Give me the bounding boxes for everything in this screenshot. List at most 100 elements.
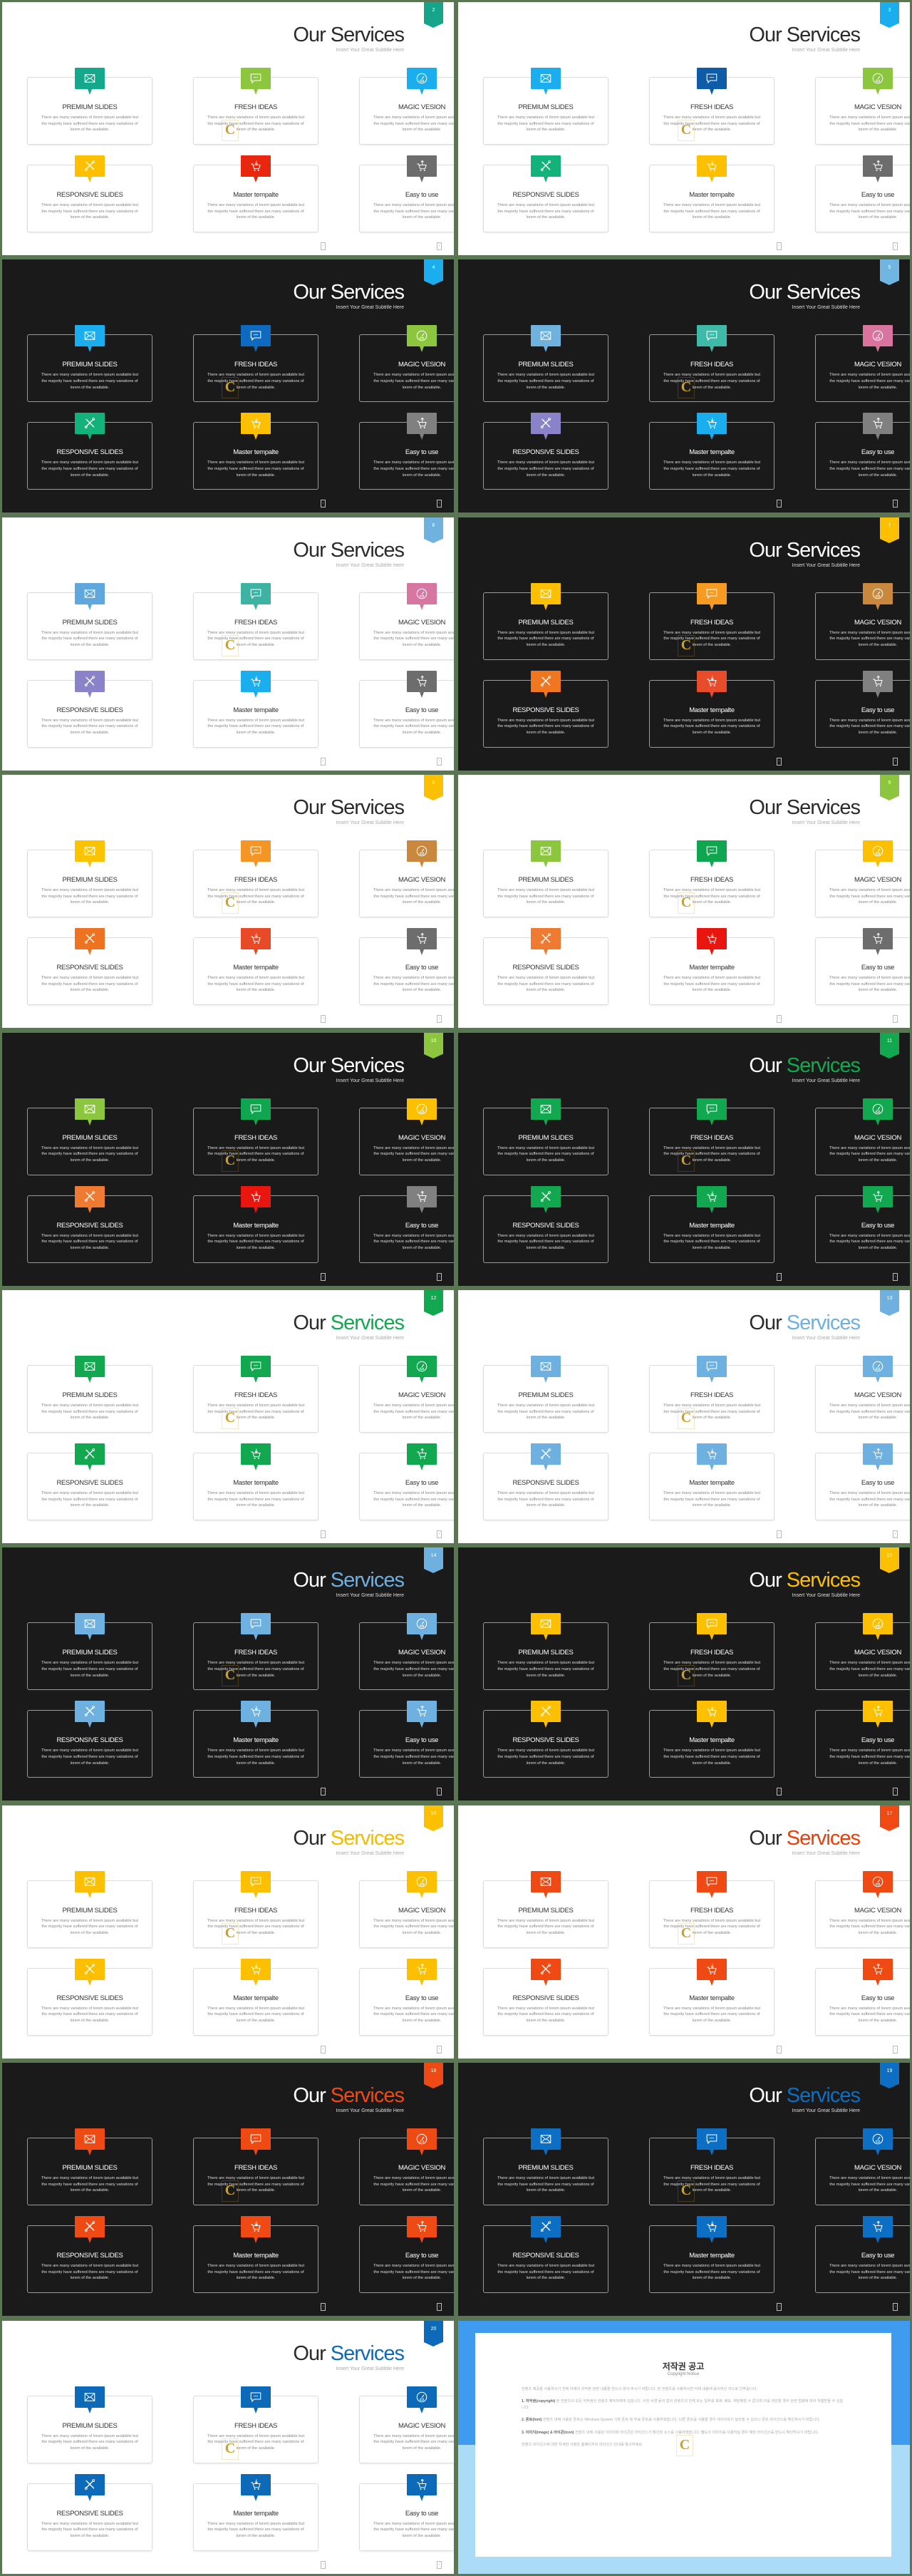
section-text: 본 컨텐츠의 모든 저작권은 컨텐츠 제작자에게 있습니다. 사전 서면 동의 … [522,2399,844,2410]
title-prefix: Our [293,2341,326,2365]
service-title: RESPONSIVE SLIDES [56,1221,123,1230]
page-number-badge: 14 [424,1547,443,1574]
tools-icon [75,670,105,698]
chevron-right-icon[interactable]: › [437,1272,442,1281]
chevron-right-icon[interactable]: › [437,2560,442,2569]
service-card: Master tempalte There are many variation… [649,1958,774,2036]
title-accent: Services [786,538,861,562]
chevron-left-icon[interactable]: ‹ [321,1272,326,1281]
service-description: There are many variations of lorem ipsum… [829,1233,910,1250]
slide-thumbnail[interactable]: 17 Our Services Insert Your Great Subtit… [456,1803,912,2061]
chevron-right-icon[interactable]: › [437,2045,442,2054]
tools-icon [75,1958,105,1986]
service-card: RESPONSIVE SLIDES There are many variati… [483,1185,608,1263]
chevron-right-icon[interactable]: › [893,1015,898,1024]
chevron-left-icon[interactable]: ‹ [321,2303,326,2312]
chevron-right-icon[interactable]: › [437,1530,442,1538]
service-description: There are many variations of lorem ipsum… [497,888,595,905]
cart-download-icon [697,413,727,441]
chevron-left-icon[interactable]: ‹ [321,242,326,250]
speedometer-icon [863,1355,893,1383]
chevron-left-icon[interactable]: ‹ [321,1788,326,1796]
chevron-left-icon[interactable]: ‹ [321,2045,326,2054]
chevron-right-icon[interactable]: › [893,1272,898,1281]
title-accent: Services [786,1826,861,1850]
slide-thumbnail[interactable]: 9 Our Services Insert Your Great Subtitl… [456,773,912,1030]
slide-thumbnail[interactable]: 8 Our Services Insert Your Great Subtitl… [0,773,456,1030]
slide-thumbnail[interactable]: 15 Our Services Insert Your Great Subtit… [456,1545,912,1803]
chevron-left-icon[interactable]: ‹ [321,1530,326,1538]
slide-title: Our Services [293,2084,405,2108]
slide-thumbnail[interactable]: 2 Our Services Insert Your Great Subtitl… [0,0,456,257]
chevron-left-icon[interactable]: ‹ [321,2560,326,2569]
chevron-left-icon[interactable]: ‹ [777,1530,782,1538]
slide-thumbnail[interactable]: 10 Our Services Insert Your Great Subtit… [0,1031,456,1288]
service-card: Master tempalte There are many variation… [649,1701,774,1778]
slide-subtitle: Insert Your Great Subtitle Here [336,2108,404,2114]
slide-thumbnail[interactable]: 18 Our Services Insert Your Great Subtit… [0,2061,456,2318]
title-accent: Services [786,281,861,304]
chevron-left-icon[interactable]: ‹ [321,500,326,508]
slide-title: Our Services [749,538,861,562]
chevron-right-icon[interactable]: › [893,500,898,508]
page-number-badge: 9 [880,775,899,801]
slide-thumbnail[interactable]: 12 Our Services Insert Your Great Subtit… [0,1288,456,1545]
chevron-right-icon[interactable]: › [437,1788,442,1796]
chevron-right-icon[interactable]: › [893,2303,898,2312]
cart-upload-icon [863,2216,893,2244]
chevron-right-icon[interactable]: › [437,242,442,250]
service-title: PREMIUM SLIDES [62,1391,118,1399]
service-card: Easy to use There are many variations of… [815,670,910,748]
service-card: Easy to use There are many variations of… [359,670,454,748]
envelope-icon [531,2128,561,2156]
service-title: FRESH IDEAS [690,2164,734,2173]
service-title: FRESH IDEAS [690,1906,734,1915]
chevron-right-icon[interactable]: › [437,500,442,508]
watermark-logo: C [678,377,695,399]
chevron-left-icon[interactable]: ‹ [777,1272,782,1281]
chevron-left-icon[interactable]: ‹ [777,242,782,250]
chevron-left-icon[interactable]: ‹ [777,2303,782,2312]
chevron-right-icon[interactable]: › [893,757,898,766]
chevron-right-icon[interactable]: › [893,1530,898,1538]
service-slide: 17 Our Services Insert Your Great Subtit… [458,1805,910,2059]
chevron-right-icon[interactable]: › [437,1015,442,1024]
chevron-right-icon[interactable]: › [437,2303,442,2312]
service-card: MAGIC VESION There are many variations o… [815,840,910,918]
title-prefix: Our [293,281,326,304]
slide-thumbnail[interactable]: 저작권 공고 Copyright Notice 컨텐츠 제공을 사용하시기 전에… [456,2319,912,2576]
slide-thumbnail[interactable]: 6 Our Services Insert Your Great Subtitl… [0,515,456,773]
chevron-right-icon[interactable]: › [437,757,442,766]
service-card: Master tempalte There are many variation… [649,928,774,1006]
slide-thumbnail[interactable]: 14 Our Services Insert Your Great Subtit… [0,1545,456,1803]
slide-thumbnail[interactable]: 20 Our Services Insert Your Great Subtit… [0,2319,456,2576]
service-description: There are many variations of lorem ipsum… [497,1748,595,1766]
slide-thumbnail[interactable]: 7 Our Services Insert Your Great Subtitl… [456,515,912,773]
chevron-left-icon[interactable]: ‹ [321,757,326,766]
chevron-left-icon[interactable]: ‹ [777,2045,782,2054]
slide-thumbnail[interactable]: 13 Our Services Insert Your Great Subtit… [456,1288,912,1545]
slide-thumbnail[interactable]: 4 Our Services Insert Your Great Subtitl… [0,257,456,515]
slide-thumbnail[interactable]: 16 Our Services Insert Your Great Subtit… [0,1803,456,2061]
slide-thumbnail[interactable]: 11 Our Services Insert Your Great Subtit… [456,1031,912,1288]
service-card: RESPONSIVE SLIDES There are many variati… [27,928,152,1006]
watermark-logo: C [222,1665,239,1687]
chevron-left-icon[interactable]: ‹ [321,1015,326,1024]
slide-thumbnail[interactable]: 19 Our Services Insert Your Great Subtit… [456,2061,912,2318]
service-title: FRESH IDEAS [234,1649,278,1657]
chevron-right-icon[interactable]: › [893,1788,898,1796]
chevron-left-icon[interactable]: ‹ [777,1015,782,1024]
service-description: There are many variations of lorem ipsum… [829,718,910,735]
copyright-section: 2. 폰트(font) 컨텐츠 내에 사용된 폰트는 Windows Syste… [522,2417,845,2423]
service-title: PREMIUM SLIDES [518,1133,574,1142]
service-description: There are many variations of lorem ipsum… [373,460,454,478]
chevron-right-icon[interactable]: › [893,2045,898,2054]
chevron-right-icon[interactable]: › [893,242,898,250]
chevron-left-icon[interactable]: ‹ [777,1788,782,1796]
service-description: There are many variations of lorem ipsum… [497,1145,595,1163]
slide-thumbnail[interactable]: 3 Our Services Insert Your Great Subtitl… [456,0,912,257]
service-title: Easy to use [405,706,439,714]
slide-thumbnail[interactable]: 5 Our Services Insert Your Great Subtitl… [456,257,912,515]
chevron-left-icon[interactable]: ‹ [777,500,782,508]
chevron-left-icon[interactable]: ‹ [777,757,782,766]
